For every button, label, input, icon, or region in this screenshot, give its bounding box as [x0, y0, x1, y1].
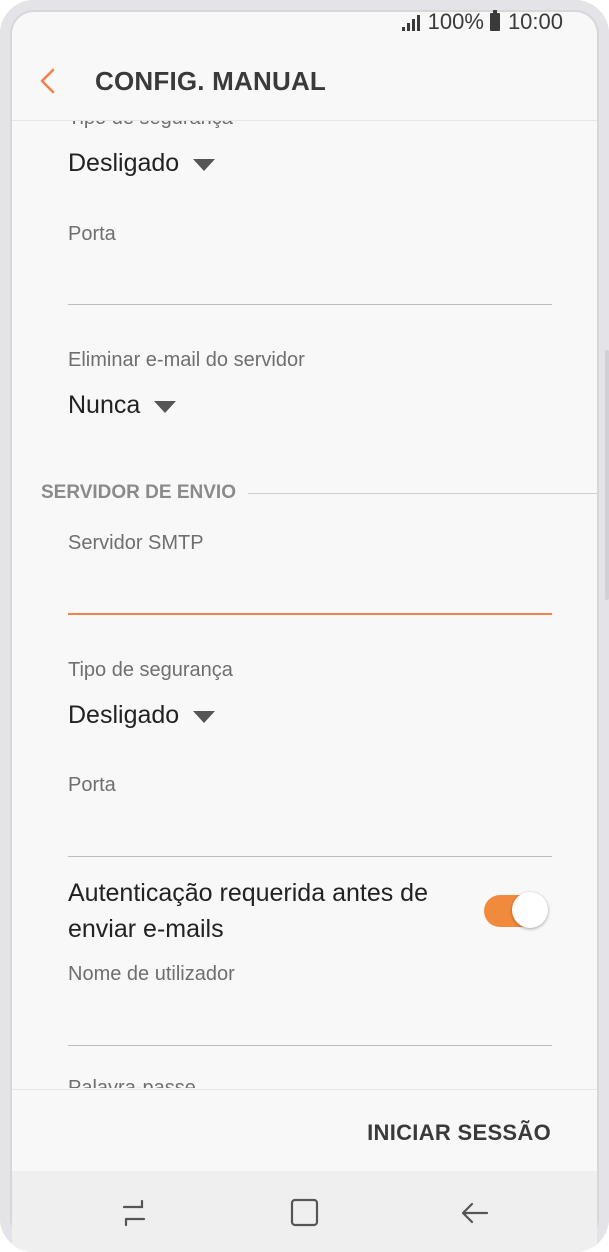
section-title: SERVIDOR DE ENVIO	[41, 482, 236, 503]
delete-email-dropdown[interactable]: Nunca	[68, 391, 177, 420]
username-label: Nome de utilizador	[68, 963, 235, 985]
status-bar: 100% 10:00	[401, 8, 563, 36]
section-divider	[247, 492, 597, 494]
delete-email-value: Nunca	[68, 391, 141, 419]
clock: 10:00	[507, 9, 563, 34]
outgoing-security-value: Desligado	[68, 701, 180, 729]
home-button[interactable]	[284, 1193, 324, 1233]
delete-email-label: Eliminar e-mail do servidor	[68, 349, 305, 371]
smtp-server-input[interactable]	[68, 573, 552, 615]
outgoing-server-section: SERVIDOR DE ENVIO	[41, 482, 597, 504]
outgoing-port-input[interactable]	[68, 816, 552, 857]
signal-icon	[401, 13, 420, 31]
home-icon	[290, 1198, 319, 1227]
back-arrow-button[interactable]	[34, 66, 64, 96]
incoming-security-value: Desligado	[68, 149, 180, 177]
password-label: Palavra-passe	[68, 1077, 196, 1088]
dropdown-arrow-icon	[193, 710, 216, 723]
chevron-left-icon	[40, 68, 55, 94]
battery-icon	[489, 10, 500, 31]
incoming-security-dropdown[interactable]: Desligado	[68, 149, 216, 178]
dropdown-arrow-icon	[154, 400, 177, 413]
incoming-security-label: Tipo de segurança	[68, 121, 233, 130]
settings-form[interactable]: Tipo de segurança Desligado Porta Elimin…	[12, 121, 597, 1088]
incoming-port-label: Porta	[68, 223, 116, 245]
battery-percent: 100%	[427, 9, 484, 34]
action-bar: INICIAR SESSÃO	[12, 1089, 597, 1172]
app-header: CONFIG. MANUAL	[12, 56, 597, 121]
sign-in-button[interactable]: INICIAR SESSÃO	[367, 1120, 551, 1146]
dropdown-arrow-icon	[193, 158, 216, 171]
navigation-bar	[12, 1171, 597, 1252]
outgoing-port-label: Porta	[68, 774, 116, 796]
recent-apps-button[interactable]	[114, 1193, 154, 1233]
incoming-port-input[interactable]	[68, 264, 552, 305]
page-title: CONFIG. MANUAL	[95, 66, 326, 96]
phone-screen: 100% 10:00 CONFIG. MANUAL Tipo de segura…	[0, 0, 609, 1252]
recent-apps-icon	[122, 1199, 146, 1227]
back-icon	[461, 1202, 489, 1224]
username-input[interactable]	[68, 1005, 552, 1046]
outgoing-security-label: Tipo de segurança	[68, 659, 233, 681]
side-key	[605, 350, 609, 600]
back-button[interactable]	[455, 1193, 495, 1233]
toggle-knob	[512, 892, 548, 928]
auth-required-label: Autenticação requerida antes de enviar e…	[68, 879, 428, 943]
outgoing-security-dropdown[interactable]: Desligado	[68, 701, 216, 730]
auth-required-toggle[interactable]	[484, 892, 548, 928]
smtp-server-label: Servidor SMTP	[68, 532, 204, 554]
